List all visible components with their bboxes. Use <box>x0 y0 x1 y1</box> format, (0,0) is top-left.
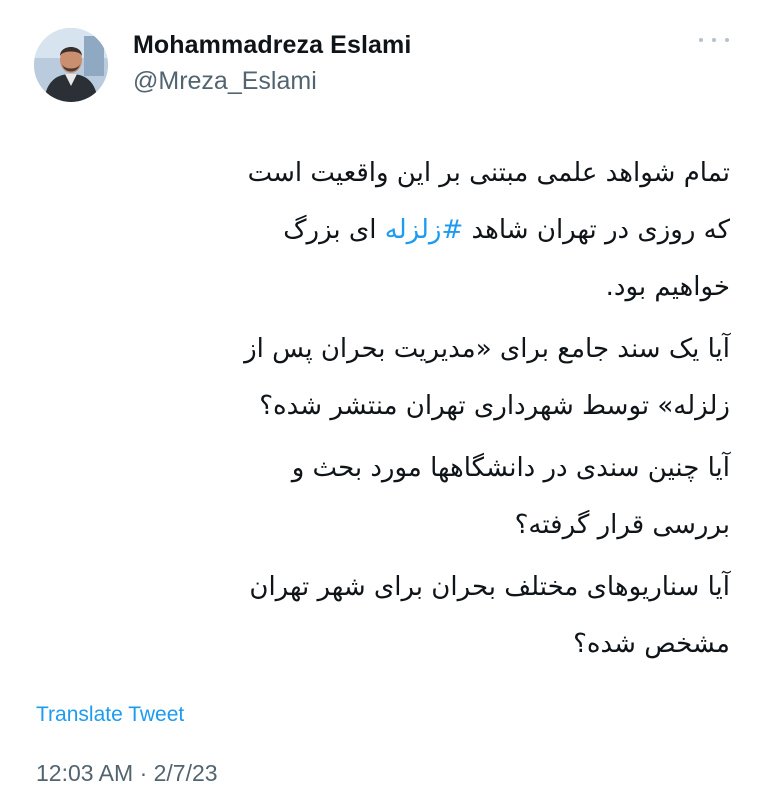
tweet-paragraph: آیا سناریوهای مختلف بحران برای شهر تهران… <box>36 559 730 673</box>
tweet-line: زلزله» توسط شهرداری تهران منتشر شده؟ <box>259 391 730 421</box>
tweet-line: خواهیم بود. <box>605 272 730 302</box>
tweet-text-segment: ای بزرگ <box>283 215 385 245</box>
author-name[interactable]: Mohammadreza Eslami <box>133 30 411 60</box>
tweet-line: که روزی در تهران شاهد #زلزله ای بزرگ <box>36 202 730 259</box>
translate-tweet-link[interactable]: Translate Tweet <box>36 703 184 727</box>
tweet-text-segment: که روزی در تهران شاهد <box>463 215 731 245</box>
tweet-line: آیا یک سند جامع برای «مدیریت بحران پس از <box>244 334 730 364</box>
tweet-line: آیا چنین سندی در دانشگاهها مورد بحث و <box>291 453 730 483</box>
tweet-timestamp[interactable]: 12:03 AM · 2/7/23 <box>36 760 218 787</box>
tweet-paragraph: تمام شواهد علمی مبتنی بر این واقعیت است … <box>36 145 730 316</box>
more-dot <box>712 38 716 42</box>
tweet-line: آیا سناریوهای مختلف بحران برای شهر تهران <box>249 572 730 602</box>
avatar[interactable] <box>34 28 108 102</box>
author-block: Mohammadreza Eslami @Mreza_Eslami <box>133 30 411 96</box>
tweet-line: تمام شواهد علمی مبتنی بر این واقعیت است <box>247 158 730 188</box>
tweet-line: مشخص شده؟ <box>573 629 730 659</box>
tweet-paragraph: آیا چنین سندی در دانشگاهها مورد بحث و بر… <box>36 440 730 554</box>
tweet-paragraph: آیا یک سند جامع برای «مدیریت بحران پس از… <box>36 321 730 435</box>
more-dot <box>725 38 729 42</box>
more-dot <box>699 38 703 42</box>
tweet-text: تمام شواهد علمی مبتنی بر این واقعیت است … <box>36 145 730 678</box>
hashtag-link[interactable]: #زلزله <box>385 215 463 245</box>
more-options-icon[interactable] <box>699 30 729 50</box>
author-handle[interactable]: @Mreza_Eslami <box>133 66 411 96</box>
tweet-line: بررسی قرار گرفته؟ <box>514 510 730 540</box>
avatar-photo <box>34 28 108 102</box>
tweet: Mohammadreza Eslami @Mreza_Eslami تمام ش… <box>0 0 765 800</box>
